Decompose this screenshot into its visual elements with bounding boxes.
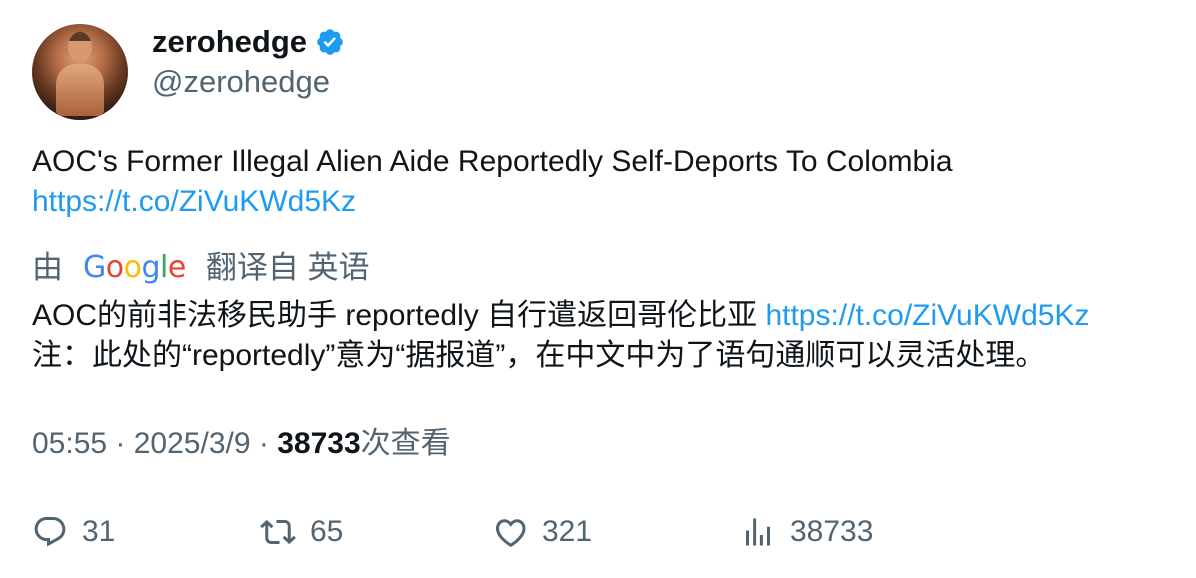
views-button[interactable]: 38733 bbox=[740, 510, 873, 554]
view-count-label: 次查看 bbox=[360, 427, 451, 460]
avatar-head bbox=[68, 32, 92, 62]
tweet-meta: 05:55 · 2025/3/9 · 38733次查看 bbox=[32, 424, 451, 464]
author-name-row[interactable]: zerohedge bbox=[152, 22, 345, 62]
avatar-torso bbox=[56, 64, 104, 116]
meta-separator: · bbox=[107, 427, 134, 460]
translation-body: AOC的前非法移民助手 reportedly 自行遣返回哥伦比亚 https:/… bbox=[32, 296, 1182, 376]
reply-button[interactable]: 31 bbox=[32, 510, 115, 554]
action-bar: 31 65 321 38733 bbox=[32, 510, 1182, 554]
author-name[interactable]: zerohedge bbox=[152, 22, 307, 62]
retweet-count: 65 bbox=[310, 515, 344, 548]
reply-icon bbox=[34, 517, 66, 547]
translation-link[interactable]: https://t.co/ZiVuKWd5Kz bbox=[765, 299, 1089, 332]
tweet-date[interactable]: 2025/3/9 bbox=[134, 427, 251, 460]
tweet-time[interactable]: 05:55 bbox=[32, 427, 107, 460]
author-handle[interactable]: @zerohedge bbox=[152, 62, 330, 102]
tweet-text: AOC's Former Illegal Alien Aide Reported… bbox=[32, 145, 953, 178]
heart-icon bbox=[495, 519, 526, 548]
translated-by-prefix: 由 bbox=[32, 250, 63, 285]
like-count: 321 bbox=[542, 515, 593, 548]
verified-badge-icon bbox=[317, 29, 343, 55]
translation-note: 注：此处的“reportedly”意为“据报道”，在中文中为了语句通顺可以灵活处… bbox=[32, 339, 1046, 372]
translated-by-row: 由 Google 翻译自 英语 bbox=[32, 246, 369, 290]
translated-by-suffix: 翻译自 英语 bbox=[205, 250, 370, 285]
retweet-button[interactable]: 65 bbox=[260, 510, 343, 554]
view-count: 38733 bbox=[277, 427, 361, 460]
like-button[interactable]: 321 bbox=[492, 510, 592, 554]
translation-text: AOC的前非法移民助手 reportedly 自行遣返回哥伦比亚 bbox=[32, 299, 758, 332]
author-avatar[interactable] bbox=[32, 24, 128, 120]
retweet-icon bbox=[260, 519, 296, 545]
tweet-body: AOC's Former Illegal Alien Aide Reported… bbox=[32, 142, 1172, 222]
reply-count: 31 bbox=[82, 515, 116, 548]
views-count: 38733 bbox=[790, 515, 874, 548]
google-logo: Google bbox=[83, 250, 186, 285]
tweet-link[interactable]: https://t.co/ZiVuKWd5Kz bbox=[32, 182, 1172, 222]
meta-separator: · bbox=[250, 427, 278, 460]
analytics-icon bbox=[746, 518, 770, 546]
